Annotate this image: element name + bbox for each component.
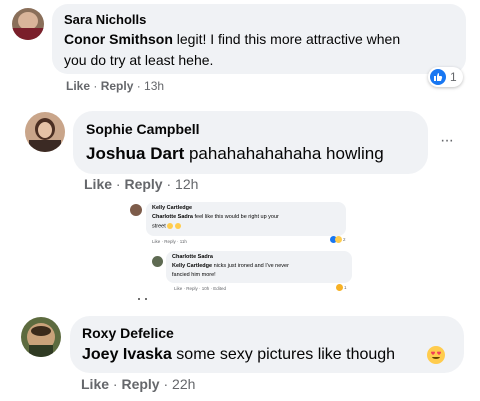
comment-author[interactable]: Sara Nicholls <box>64 12 146 27</box>
comment-bubble-sophie: Sophie Campbell Joshua Dart pahahahahaha… <box>73 111 428 174</box>
embedded-screenshot: Kelly Cartledge Charlotte Sadra feel lik… <box>122 198 360 302</box>
heart-eyes-emoji-icon <box>427 346 445 364</box>
avatar-sara[interactable] <box>12 8 44 40</box>
comment-text-line2: you do try at least hehe. <box>64 52 214 68</box>
comment-text: Joey Ivaska some sexy pictures like thou… <box>82 346 396 363</box>
embedded-avatar-charlotte <box>152 256 163 267</box>
mention-link[interactable]: Joey Ivaska <box>82 346 172 363</box>
like-reaction-icon <box>430 69 446 85</box>
laughing-emoji-icon <box>174 223 181 229</box>
comment-author[interactable]: Roxy Defelice <box>82 325 174 341</box>
comment-actions: Like · Reply · 22h <box>81 376 196 392</box>
comment-text: Joshua Dart pahahahahahaha howling <box>86 144 384 163</box>
comment-text: Conor Smithson legit! I find this more a… <box>64 31 401 47</box>
comment-bubble-roxy: Roxy Defelice Joey Ivaska some sexy pict… <box>70 316 464 373</box>
embedded-reactions-1: 2 <box>330 235 346 243</box>
embedded-reactions-2: 1 <box>336 283 347 291</box>
mention-link[interactable]: Joshua Dart <box>86 144 184 163</box>
laughing-emoji-icon <box>335 235 342 243</box>
like-button[interactable]: Like <box>66 79 90 93</box>
timestamp[interactable]: 12h <box>175 176 198 192</box>
laughing-emoji-icon <box>336 283 343 291</box>
like-button[interactable]: Like <box>84 176 112 192</box>
comment-actions: Like · Reply · 12h <box>84 176 199 192</box>
reply-button[interactable]: Reply <box>121 376 159 392</box>
laughing-emoji-icon <box>167 223 174 229</box>
embedded-avatar-kelly <box>130 204 142 216</box>
reaction-count[interactable]: 1 <box>428 67 463 87</box>
reply-button[interactable]: Reply <box>101 79 134 93</box>
more-options-icon[interactable]: ··· <box>440 132 454 150</box>
comment-bubble-sara: Sara Nicholls Conor Smithson legit! I fi… <box>52 4 466 74</box>
comment-author[interactable]: Sophie Campbell <box>86 121 200 137</box>
avatar-sophie[interactable] <box>25 112 65 152</box>
timestamp[interactable]: 22h <box>172 376 195 392</box>
embedded-bubble-2: Charlotte Sadra Kelly Cartledge nicks ju… <box>166 251 352 283</box>
embedded-scroll-hint <box>138 298 158 301</box>
comment-actions: Like · Reply · 13h <box>66 79 165 93</box>
like-button[interactable]: Like <box>81 376 109 392</box>
mention-link[interactable]: Conor Smithson <box>64 31 173 47</box>
embedded-bubble-1: Kelly Cartledge Charlotte Sadra feel lik… <box>146 202 346 236</box>
timestamp[interactable]: 13h <box>144 79 164 93</box>
reply-button[interactable]: Reply <box>124 176 162 192</box>
avatar-roxy[interactable] <box>21 317 61 357</box>
